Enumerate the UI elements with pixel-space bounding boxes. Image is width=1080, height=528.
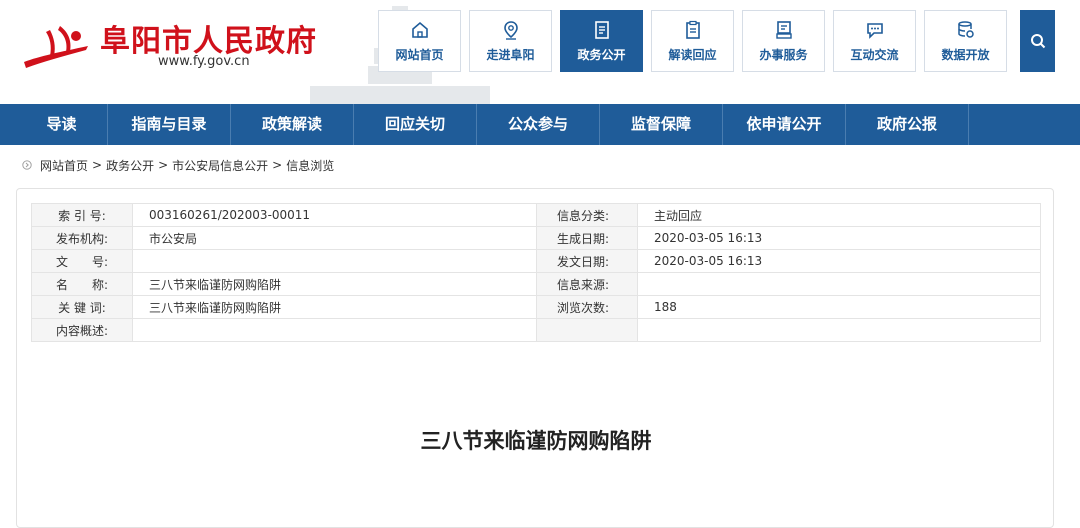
value-doc-number: [132, 249, 537, 273]
label-index-no: 索 引 号:: [31, 203, 133, 227]
value-keywords: 三八节来临谨防网购陷阱: [132, 295, 537, 319]
breadcrumb: 网站首页 > 政务公开 > 市公安局信息公开 > 信息浏览: [0, 145, 1080, 185]
search-button[interactable]: [1020, 10, 1055, 72]
mainnav-gazette[interactable]: 政府公报: [846, 104, 969, 145]
breadcrumb-gov-affairs[interactable]: 政务公开: [106, 157, 154, 174]
topnav-home[interactable]: 网站首页: [378, 10, 461, 72]
mainnav-response[interactable]: 回应关切: [354, 104, 477, 145]
table-row: 名 称: 三八节来临谨防网购陷阱 信息来源:: [31, 272, 1041, 296]
topnav-services[interactable]: 办事服务: [742, 10, 825, 72]
topnav-interaction[interactable]: 互动交流: [833, 10, 916, 72]
mainnav-policy-interpretation[interactable]: 政策解读: [231, 104, 354, 145]
table-row: 关 键 词: 三八节来临谨防网购陷阱 浏览次数: 188: [31, 295, 1041, 319]
topnav-label: 网站首页: [395, 47, 444, 62]
mainnav-application[interactable]: 依申请公开: [723, 104, 846, 145]
table-row: 索 引 号: 003160261/202003-00011 信息分类: 主动回应: [31, 203, 1041, 227]
mainnav-public-participation[interactable]: 公众参与: [477, 104, 600, 145]
site-logo[interactable]: 阜阳市人民政府 www.fy.gov.cn: [20, 18, 320, 78]
label-category: 信息分类:: [536, 203, 638, 227]
topnav-open-data[interactable]: 数据开放: [924, 10, 1007, 72]
value-created-date: 2020-03-05 16:13: [637, 226, 1041, 250]
fuyang-logo-icon: [24, 26, 88, 68]
label-views: 浏览次数:: [536, 295, 638, 319]
label-empty: [536, 318, 638, 342]
value-category: 主动回应: [637, 203, 1041, 227]
chat-bubble-icon: [866, 22, 883, 39]
breadcrumb-home[interactable]: 网站首页: [40, 157, 88, 174]
value-source: [637, 272, 1041, 296]
breadcrumb-current: 信息浏览: [286, 158, 335, 173]
label-name: 名 称:: [31, 272, 133, 296]
topnav-interpretation[interactable]: 解读回应: [651, 10, 734, 72]
clipboard-icon: [685, 20, 700, 39]
breadcrumb-separator: >: [158, 158, 169, 172]
topnav-gov-affairs[interactable]: 政务公开: [560, 10, 643, 72]
value-empty: [637, 318, 1041, 342]
breadcrumb-police-info[interactable]: 市公安局信息公开: [172, 157, 268, 174]
mainnav-supervision[interactable]: 监督保障: [600, 104, 723, 145]
breadcrumb-separator: >: [92, 158, 103, 172]
label-source: 信息来源:: [536, 272, 638, 296]
label-issue-date: 发文日期:: [536, 249, 638, 273]
value-views: 188: [637, 295, 1041, 319]
location-pin-icon: [503, 20, 518, 40]
topnav-label: 数据开放: [941, 47, 990, 62]
value-publisher: 市公安局: [132, 226, 537, 250]
top-navigation: 网站首页 走进阜阳 政务公开 解读回应 办事服务 互动交流 数据开放: [378, 10, 1015, 72]
value-summary: [132, 318, 537, 342]
table-row: 发布机构: 市公安局 生成日期: 2020-03-05 16:13: [31, 226, 1041, 250]
topnav-about-fuyang[interactable]: 走进阜阳: [469, 10, 552, 72]
value-issue-date: 2020-03-05 16:13: [637, 249, 1041, 273]
topnav-label: 办事服务: [759, 47, 808, 62]
site-url: www.fy.gov.cn: [158, 54, 250, 69]
article-title: 三八节来临谨防网购陷阱: [420, 429, 652, 453]
topnav-label: 互动交流: [850, 47, 899, 62]
label-keywords: 关 键 词:: [31, 295, 133, 319]
site-header: 阜阳市人民政府 www.fy.gov.cn 网站首页 走进阜阳 政务公开 解读回…: [0, 0, 1080, 104]
topnav-label: 解读回应: [668, 47, 717, 62]
topnav-label: 走进阜阳: [486, 47, 535, 62]
value-name: 三八节来临谨防网购陷阱: [132, 272, 537, 296]
database-icon: [957, 20, 974, 38]
mainnav-guide[interactable]: 导读: [16, 104, 108, 145]
terminal-icon: [775, 20, 792, 39]
home-icon: [411, 21, 428, 38]
document-icon: [594, 20, 609, 39]
info-table: 索 引 号: 003160261/202003-00011 信息分类: 主动回应…: [31, 203, 1041, 342]
topnav-label: 政务公开: [577, 47, 626, 62]
mainnav-catalog[interactable]: 指南与目录: [108, 104, 231, 145]
value-index-no: 003160261/202003-00011: [132, 203, 537, 227]
table-row: 内容概述:: [31, 318, 1041, 342]
table-row: 文 号: 发文日期: 2020-03-05 16:13: [31, 249, 1041, 273]
breadcrumb-separator: >: [272, 158, 283, 172]
breadcrumb-arrow-icon: [22, 160, 32, 170]
label-summary: 内容概述:: [31, 318, 133, 342]
main-navigation: 导读 指南与目录 政策解读 回应关切 公众参与 监督保障 依申请公开 政府公报: [0, 104, 1080, 145]
content-card: 索 引 号: 003160261/202003-00011 信息分类: 主动回应…: [16, 188, 1054, 528]
search-icon: [1030, 34, 1045, 49]
label-created-date: 生成日期:: [536, 226, 638, 250]
label-doc-number: 文 号:: [31, 249, 133, 273]
label-publisher: 发布机构:: [31, 226, 133, 250]
